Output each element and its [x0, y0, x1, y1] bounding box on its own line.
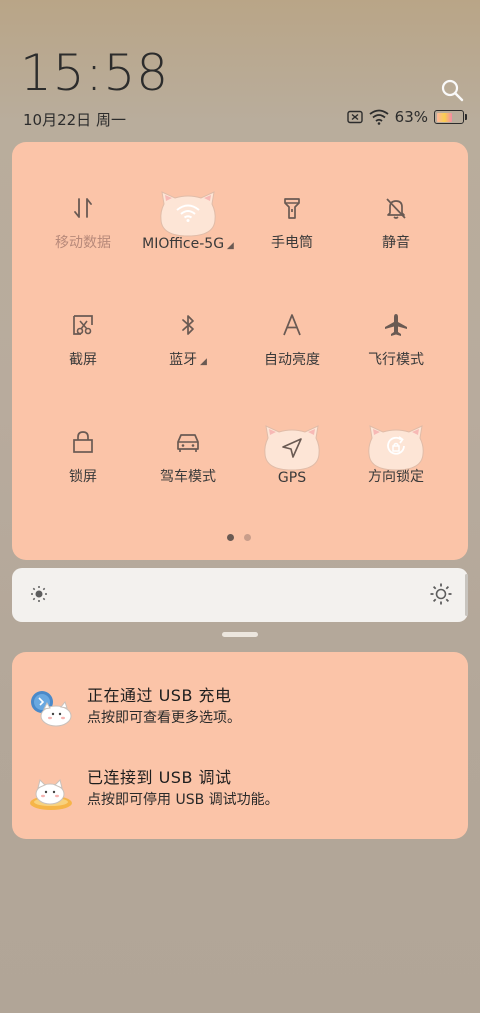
notification-usb-charging[interactable]: 正在通过 USB 充电 点按即可查看更多选项。 [12, 682, 468, 742]
tile-label: 移动数据 [55, 235, 111, 251]
brightness-low-icon [31, 586, 47, 602]
rotation-lock-cat-icon [366, 424, 426, 472]
tile-label: 手电筒 [271, 235, 313, 251]
dropdown-corner-icon[interactable]: ◢ [197, 357, 207, 367]
clock-time[interactable]: 15:58 [20, 44, 169, 102]
tile-driving-mode[interactable]: 驾车模式 [132, 376, 244, 486]
wifi-icon [369, 109, 389, 125]
gps-cat-icon [262, 424, 322, 476]
tile-bluetooth[interactable]: 蓝牙 ◢ [132, 259, 244, 369]
dropdown-corner-icon[interactable]: ◢ [224, 241, 234, 251]
tile-label: 截屏 [69, 352, 97, 368]
battery-fill [436, 112, 453, 122]
tile-gps[interactable]: GPS [236, 376, 348, 486]
mobile-data-icon [53, 184, 113, 232]
flashlight-icon [262, 184, 322, 232]
airplane-icon [366, 301, 426, 349]
tile-lock[interactable]: 锁屏 [27, 376, 139, 486]
search-icon[interactable] [440, 78, 464, 102]
screenshot-icon [53, 301, 113, 349]
tile-label: 蓝牙 ◢ [169, 349, 207, 369]
tile-mobile-data[interactable]: 移动数据 [27, 142, 139, 252]
status-area: 15:58 10月22日 周一 63% [0, 0, 480, 140]
notification-subtitle: 点按即可查看更多选项。 [87, 710, 241, 726]
tile-label-text: 蓝牙 [169, 352, 198, 368]
usb-charging-cat-icon [31, 691, 72, 727]
bluetooth-icon [158, 301, 218, 349]
car-icon [158, 418, 218, 466]
tile-label: 自动亮度 [264, 352, 320, 368]
wifi-cat-icon [158, 190, 218, 242]
tile-screenshot[interactable]: 截屏 [27, 259, 139, 369]
usb-debug-cat-icon [30, 779, 72, 810]
notification-title: 已连接到 USB 调试 [87, 768, 232, 787]
notification-title: 正在通过 USB 充电 [87, 686, 232, 705]
tile-rotation-lock[interactable]: 方向锁定 [340, 376, 452, 486]
notification-usb-debugging[interactable]: 已连接到 USB 调试 点按即可停用 USB 调试功能。 [12, 764, 468, 824]
brightness-high-icon [430, 583, 452, 605]
brightness-slider[interactable] [12, 568, 468, 622]
tile-label: 驾车模式 [160, 469, 216, 485]
auto-brightness-icon [262, 301, 322, 349]
battery-percent: 63% [394, 108, 428, 126]
page-dot-active [227, 534, 234, 541]
brightness-slider-thumb[interactable] [465, 574, 468, 616]
tile-mute[interactable]: 静音 [340, 142, 452, 252]
battery-icon [434, 110, 467, 124]
notification-panel: 正在通过 USB 充电 点按即可查看更多选项。 已连接到 USB 调试 点按即可… [12, 652, 468, 839]
tile-airplane[interactable]: 飞行模式 [340, 259, 452, 369]
tile-label: 静音 [382, 235, 410, 251]
tile-label: 锁屏 [69, 469, 97, 485]
drag-handle[interactable] [222, 632, 258, 637]
sim-off-icon [346, 110, 363, 124]
lock-icon [53, 418, 113, 466]
page-indicator[interactable] [227, 534, 251, 541]
notification-subtitle: 点按即可停用 USB 调试功能。 [87, 792, 279, 808]
page-dot [244, 534, 251, 541]
clock-date[interactable]: 10月22日 周一 [23, 109, 126, 130]
system-status-icons: 63% [346, 108, 467, 126]
mute-bell-icon [366, 184, 426, 232]
quick-settings-panel: 移动数据 MIOffice-5G ◢ 手电筒 静音 截屏 蓝牙 ◢ 自动亮度 飞… [12, 142, 468, 560]
tile-label: 飞行模式 [368, 352, 424, 368]
tile-flashlight[interactable]: 手电筒 [236, 142, 348, 252]
tile-wifi[interactable]: MIOffice-5G ◢ [132, 142, 244, 252]
tile-auto-brightness[interactable]: 自动亮度 [236, 259, 348, 369]
